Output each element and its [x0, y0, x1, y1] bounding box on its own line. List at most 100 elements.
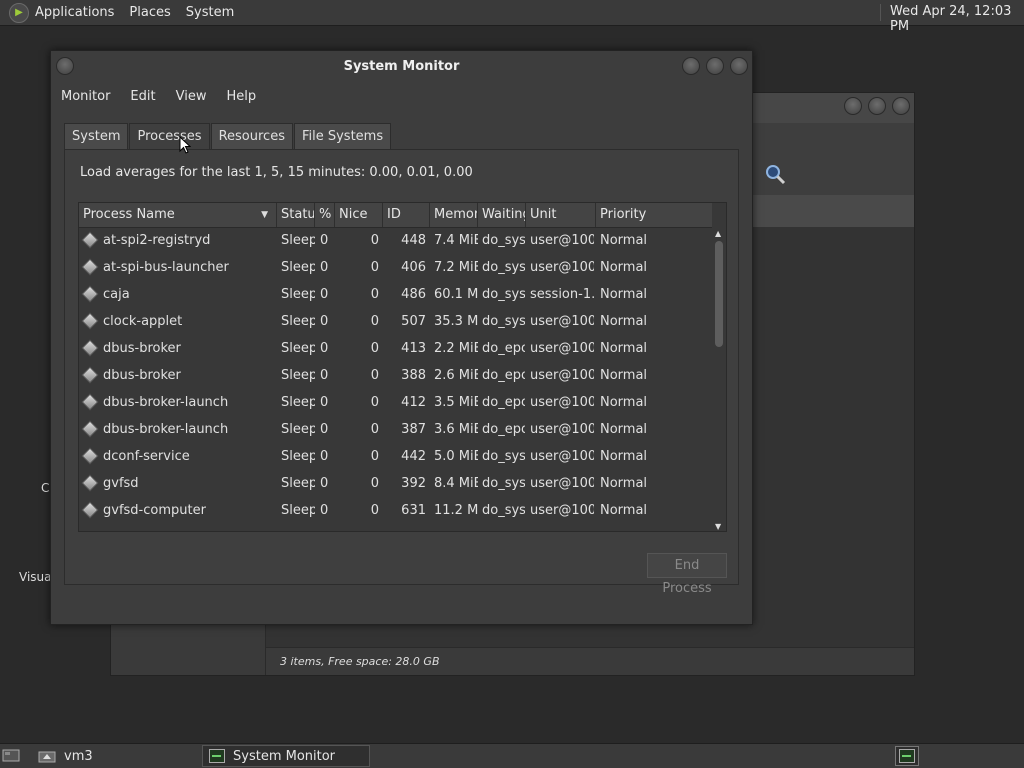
- cell-name: dbus-broker-launch: [103, 422, 229, 437]
- tab-file-systems[interactable]: File Systems: [293, 123, 392, 149]
- cell-memory: 11.2 Mi: [434, 503, 478, 518]
- column-header-process-name[interactable]: Process Name ▼: [79, 203, 277, 227]
- minimize-button[interactable]: [682, 57, 700, 75]
- scroll-thumb[interactable]: [715, 241, 723, 347]
- cell-id: 387: [401, 422, 426, 437]
- cell-nice: 0: [370, 368, 379, 383]
- top-panel: ▶ Applications Places System Wed Apr 24,…: [0, 0, 1024, 34]
- scroll-up-arrow-icon[interactable]: ▲: [715, 229, 721, 238]
- column-header-status[interactable]: Statu: [277, 203, 315, 227]
- tab-resources[interactable]: Resources: [210, 123, 293, 149]
- column-header-cpu[interactable]: %: [315, 203, 335, 227]
- tab-bar: System Processes Resources File Systems: [64, 123, 392, 150]
- table-row[interactable]: gvfsd-computer Sleep 0 0 631 11.2 Mi do_sys use…: [79, 497, 712, 524]
- process-icon: [81, 393, 99, 411]
- cell-name: gvfsd: [103, 476, 139, 491]
- desktop-icon-label[interactable]: C: [41, 481, 49, 495]
- menu-system[interactable]: System: [186, 5, 234, 20]
- column-header-waiting[interactable]: Waiting: [478, 203, 526, 227]
- process-icon: [81, 258, 99, 276]
- cell-priority: Normal: [600, 503, 648, 518]
- table-row[interactable]: dbus-broker Sleep 0 0 388 2.6 MiB do_epo user@1…: [79, 362, 712, 389]
- cell-waiting: do_sys: [482, 503, 525, 518]
- table-row[interactable]: dconf-service Sleep 0 0 442 5.0 MiB do_sys user…: [79, 443, 712, 470]
- cell-memory: 5.0 MiB: [434, 449, 478, 464]
- menu-places[interactable]: Places: [129, 5, 170, 20]
- table-row[interactable]: gvfsd Sleep 0 0 392 8.4 MiB do_sys user@1000 Nor…: [79, 470, 712, 497]
- cell-nice: 0: [370, 287, 379, 302]
- cell-unit: user@1000: [530, 233, 594, 248]
- cell-name: clock-applet: [103, 314, 183, 329]
- cell-cpu: 0: [320, 449, 329, 464]
- table-row[interactable]: dbus-broker Sleep 0 0 413 2.2 MiB do_epo user@1…: [79, 335, 712, 362]
- menu-monitor[interactable]: Monitor: [61, 89, 110, 104]
- column-header-id[interactable]: ID: [383, 203, 430, 227]
- table-row[interactable]: caja Sleep 0 0 486 60.1 M do_sys session-1.s Nor…: [79, 281, 712, 308]
- cell-memory: 8.4 MiB: [434, 476, 478, 491]
- end-process-button[interactable]: End Process: [647, 553, 727, 596]
- system-monitor-applet-icon[interactable]: [895, 746, 919, 766]
- menu-applications[interactable]: Applications: [35, 5, 114, 20]
- column-header-memory[interactable]: Memor: [430, 203, 478, 227]
- column-header-nice[interactable]: Nice: [335, 203, 383, 227]
- cell-name: at-spi-bus-launcher: [103, 260, 229, 275]
- menubar: Monitor Edit View Help: [51, 81, 752, 111]
- distro-logo-icon[interactable]: ▶: [9, 2, 29, 23]
- cell-priority: Normal: [600, 449, 648, 464]
- window-title: System Monitor: [343, 58, 460, 74]
- cell-id: 412: [401, 395, 426, 410]
- cell-waiting: do_epo: [482, 422, 525, 437]
- taskbar-item-vm3[interactable]: vm3: [36, 745, 196, 767]
- menu-help[interactable]: Help: [226, 89, 256, 104]
- scroll-down-arrow-icon[interactable]: ▼: [715, 522, 721, 531]
- cell-waiting: do_sys: [482, 314, 525, 329]
- clock[interactable]: Wed Apr 24, 12:03 PM: [890, 4, 1024, 34]
- close-button[interactable]: [892, 97, 910, 115]
- tab-system[interactable]: System: [64, 123, 129, 149]
- window-menu-button[interactable]: [56, 57, 74, 75]
- table-row[interactable]: at-spi-bus-launcher Sleep 0 0 406 7.2 MiB do_s…: [79, 254, 712, 281]
- window-titlebar[interactable]: System Monitor: [51, 51, 752, 81]
- table-row[interactable]: dbus-broker-launch Sleep 0 0 387 3.6 MiB do_ep…: [79, 416, 712, 443]
- cell-memory: 7.2 MiB: [434, 260, 478, 275]
- cell-cpu: 0: [320, 341, 329, 356]
- maximize-button[interactable]: [706, 57, 724, 75]
- cell-memory: 60.1 M: [434, 287, 478, 302]
- search-icon[interactable]: [764, 163, 788, 187]
- cell-nice: 0: [370, 476, 379, 491]
- cell-priority: Normal: [600, 368, 648, 383]
- window-buttons: [682, 57, 748, 75]
- process-table: Process Name ▼ Statu % Nice ID Memor Wai…: [78, 202, 727, 532]
- desktop-icon-label[interactable]: Visua: [19, 570, 52, 584]
- cell-id: 406: [401, 260, 426, 275]
- cell-priority: Normal: [600, 476, 648, 491]
- column-header-priority[interactable]: Priority: [596, 203, 712, 227]
- table-row[interactable]: dbus-broker-launch Sleep 0 0 412 3.5 MiB do_ep…: [79, 389, 712, 416]
- tab-processes[interactable]: Processes: [129, 123, 210, 150]
- cell-unit: user@1000: [530, 314, 594, 329]
- cell-status: Sleep: [281, 503, 315, 518]
- cell-id: 392: [401, 476, 426, 491]
- cell-nice: 0: [370, 314, 379, 329]
- menu-edit[interactable]: Edit: [130, 89, 155, 104]
- cell-waiting: do_epo: [482, 341, 525, 356]
- taskbar-item-system-monitor[interactable]: System Monitor: [202, 745, 370, 767]
- cell-priority: Normal: [600, 395, 648, 410]
- cell-status: Sleep: [281, 341, 315, 356]
- table-row[interactable]: clock-applet Sleep 0 0 507 35.3 M do_sys user@1…: [79, 308, 712, 335]
- show-desktop-button[interactable]: [2, 745, 24, 767]
- cell-unit: user@1000: [530, 395, 594, 410]
- cell-priority: Normal: [600, 233, 648, 248]
- table-row[interactable]: at-spi2-registryd Sleep 0 0 448 7.4 MiB do_sys…: [79, 227, 712, 254]
- cell-status: Sleep: [281, 233, 315, 248]
- status-text: 3 items, Free space: 28.0 GB: [280, 655, 440, 668]
- close-button[interactable]: [730, 57, 748, 75]
- vertical-scrollbar[interactable]: ▲ ▼: [712, 227, 726, 531]
- cell-waiting: do_epo: [482, 368, 525, 383]
- maximize-button[interactable]: [868, 97, 886, 115]
- cell-cpu: 0: [320, 422, 329, 437]
- minimize-button[interactable]: [844, 97, 862, 115]
- menu-view[interactable]: View: [176, 89, 207, 104]
- cell-unit: user@1000: [530, 503, 594, 518]
- column-header-unit[interactable]: Unit: [526, 203, 596, 227]
